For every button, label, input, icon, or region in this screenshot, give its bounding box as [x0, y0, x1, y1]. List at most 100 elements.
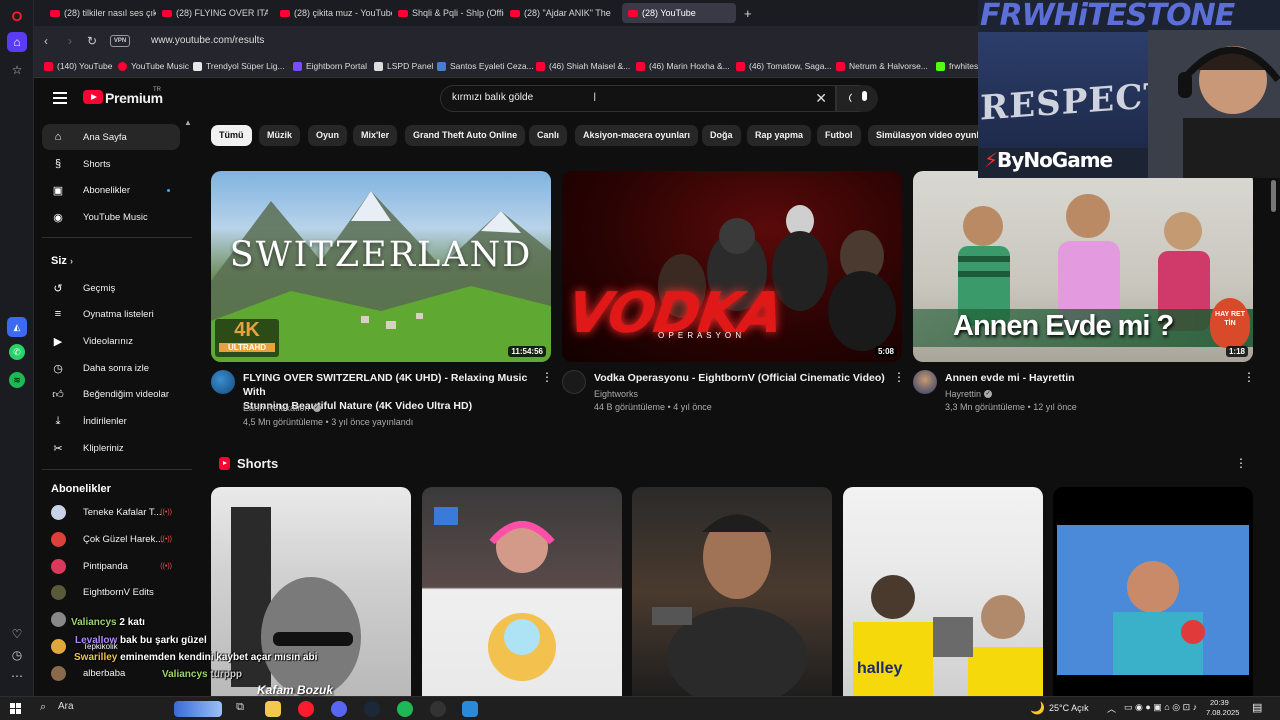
chevron-up-icon[interactable]: ︿ — [1107, 702, 1116, 715]
channel-avatar[interactable] — [562, 370, 586, 394]
sidebar-item-your-videos[interactable]: ▶ Videolarınız — [42, 328, 180, 354]
chip-all[interactable]: Tümü — [211, 125, 252, 146]
sidebar-item-clips[interactable]: ✂ Klipleriniz — [42, 435, 180, 461]
chip-music[interactable]: Müzik — [259, 125, 301, 146]
bookmark-5[interactable]: Santos Eyaleti Ceza... — [437, 61, 534, 71]
task-view-icon[interactable]: ⧉ — [232, 701, 248, 717]
tab-4[interactable]: (28) "Ajdar ANIK" The — [504, 3, 616, 23]
bookmark-8[interactable]: (46) Tomatow, Saga... — [736, 61, 832, 71]
clock-time[interactable]: 20:39 — [1210, 698, 1229, 707]
video-thumbnail[interactable]: VODKA O P E R A S Y O N 5:08 — [562, 171, 902, 362]
sidebar-item-watch-later[interactable]: ◷ Daha sonra izle — [42, 355, 180, 381]
subscription-item[interactable]: Teneke Kafalar T... ((•)) — [42, 499, 180, 525]
ai-icon[interactable]: ◭ — [7, 317, 27, 337]
more-icon[interactable]: ⋯ — [7, 666, 27, 686]
tab-0[interactable]: (28) tilkiler nasıl ses çıkarır — [44, 3, 156, 23]
opera-logo-icon[interactable]: O — [7, 6, 27, 26]
clock-date[interactable]: 7.08.2025 — [1206, 708, 1239, 717]
windows-start-icon[interactable] — [10, 703, 21, 714]
channel-name[interactable]: Earth Relaxation ✓ — [243, 403, 321, 413]
opera-icon[interactable] — [298, 701, 314, 717]
heart-icon[interactable]: ♡ — [7, 624, 27, 644]
youtube-logo-icon[interactable] — [83, 90, 103, 104]
discord-icon[interactable] — [331, 701, 347, 717]
channel-avatar[interactable] — [211, 370, 235, 394]
sidebar-item-home[interactable]: ⌂ Ana Sayfa — [42, 124, 180, 150]
chip-mixes[interactable]: Mix'ler — [353, 125, 398, 146]
video-thumbnail[interactable]: Annen Evde mi ? HAY RET TİN 1:18 — [913, 171, 1253, 362]
channel-name[interactable]: Hayrettin ✓ — [945, 389, 993, 399]
spotify-icon[interactable]: ≋ — [9, 372, 25, 388]
subscription-item[interactable]: EightbornV Edits — [42, 579, 180, 605]
back-icon[interactable]: ‹ — [38, 33, 54, 49]
channel-avatar[interactable] — [913, 370, 937, 394]
bookmark-2[interactable]: Trendyol Süper Lig... — [193, 61, 285, 71]
whatsapp-icon[interactable]: ✆ — [9, 344, 25, 360]
bookmark-6[interactable]: (46) Shiah Maisel &... — [536, 61, 630, 71]
sidebar-item-downloads[interactable]: ⤓ İndirilenler — [42, 408, 180, 434]
vpn-badge[interactable]: VPN — [110, 35, 130, 47]
menu-icon[interactable] — [53, 92, 67, 104]
bookmark-7[interactable]: (46) Marin Hoxha &... — [636, 61, 730, 71]
search-input[interactable]: kırmızı balık gölde I ✕ — [440, 85, 836, 112]
app-icon[interactable] — [462, 701, 478, 717]
short-card[interactable] — [422, 487, 622, 696]
tray-icons[interactable]: ▭ ◉ ● ▣ ⌂ ◎ ⊡ ♪ — [1124, 702, 1197, 713]
tab-3[interactable]: Shqli & Pqli - Shlp (Officia — [392, 3, 504, 23]
scroll-up-icon[interactable]: ▲ — [184, 120, 192, 127]
new-tab-button[interactable]: + — [738, 3, 758, 23]
sidebar-item-liked-videos[interactable]: 👍︎ Beğendiğim videolar — [42, 381, 180, 407]
scrollbar-thumb[interactable] — [1271, 180, 1276, 212]
notifications-icon[interactable]: ▤ — [1252, 701, 1262, 714]
taskbar-search[interactable]: Ara — [58, 701, 74, 712]
tab-5[interactable]: (28) YouTube — [622, 3, 736, 23]
bookmark-4[interactable]: LSPD Panel — [374, 61, 433, 71]
file-explorer-icon[interactable] — [265, 701, 281, 717]
more-vert-icon[interactable]: ⋮ — [541, 371, 553, 383]
chip-live[interactable]: Canlı — [529, 125, 568, 146]
sidebar-item-subscriptions[interactable]: ▣ Abonelikler — [42, 177, 180, 203]
chip-gaming[interactable]: Oyun — [308, 125, 348, 146]
star-icon[interactable]: ☆ — [7, 60, 27, 80]
url-field[interactable]: www.youtube.com/results — [151, 35, 264, 46]
spotify-icon[interactable] — [397, 701, 413, 717]
short-card[interactable]: Kafam Bozuk — [211, 487, 411, 696]
weather-text[interactable]: 25°C Açık — [1049, 703, 1089, 713]
short-card[interactable] — [1053, 487, 1253, 696]
bookmark-0[interactable]: (140) YouTube — [44, 61, 112, 71]
sidebar-item-youtube-music[interactable]: ◉ YouTube Music — [42, 204, 180, 230]
chip-rap[interactable]: Rap yapma — [747, 125, 812, 146]
tab-2[interactable]: (28) çikita muz - YouTube — [274, 3, 392, 23]
history-clock-icon[interactable]: ◷ — [7, 645, 27, 665]
short-card[interactable]: halley — [843, 487, 1043, 696]
short-card[interactable] — [632, 487, 832, 696]
chip-football[interactable]: Futbol — [817, 125, 861, 146]
subscription-item[interactable]: Pintipanda ((•)) — [42, 553, 180, 579]
forward-icon[interactable]: › — [62, 33, 78, 49]
clear-search-icon[interactable]: ✕ — [815, 90, 827, 107]
reload-icon[interactable]: ↻ — [84, 33, 100, 49]
video-thumbnail[interactable]: SWITZERLAND 4K ULTRAHD 11:54:56 — [211, 171, 551, 362]
subscription-item[interactable]: Çok Güzel Harek... ((•)) — [42, 526, 180, 552]
widgets-icon[interactable] — [174, 701, 222, 717]
weather-icon[interactable]: 🌙 — [1030, 701, 1045, 715]
bookmark-10[interactable]: frwhites — [936, 61, 978, 71]
chip-action-adventure[interactable]: Aksiyon-macera oyunları — [575, 125, 699, 146]
video-title[interactable]: Vodka Operasyonu - EightbornV (Official … — [594, 371, 890, 385]
tab-1[interactable]: (28) FLYING OVER ITALY (4 — [156, 3, 268, 23]
bookmark-1[interactable]: YouTube Music — [118, 61, 189, 71]
search-icon[interactable]: ⌕ — [40, 701, 46, 714]
steam-icon[interactable] — [364, 701, 380, 717]
chip-gta-online[interactable]: Grand Theft Auto Online — [405, 125, 526, 146]
home-icon[interactable]: ⌂ — [7, 32, 27, 52]
bookmark-3[interactable]: Eightborn Portal — [293, 61, 367, 71]
bookmark-9[interactable]: Netrum & Halvorse... — [836, 61, 928, 71]
chip-nature[interactable]: Doğa — [702, 125, 741, 146]
sidebar-item-shorts[interactable]: § Shorts — [42, 151, 180, 177]
more-vert-icon[interactable]: ⋮ — [893, 371, 905, 383]
more-vert-icon[interactable]: ⋮ — [1235, 457, 1247, 469]
channel-name[interactable]: Eightworks — [594, 389, 638, 399]
sidebar-item-history[interactable]: ↺ Geçmiş — [42, 275, 180, 301]
video-title[interactable]: Annen evde mi - Hayrettin — [945, 371, 1241, 385]
voice-search-button[interactable] — [851, 85, 878, 112]
